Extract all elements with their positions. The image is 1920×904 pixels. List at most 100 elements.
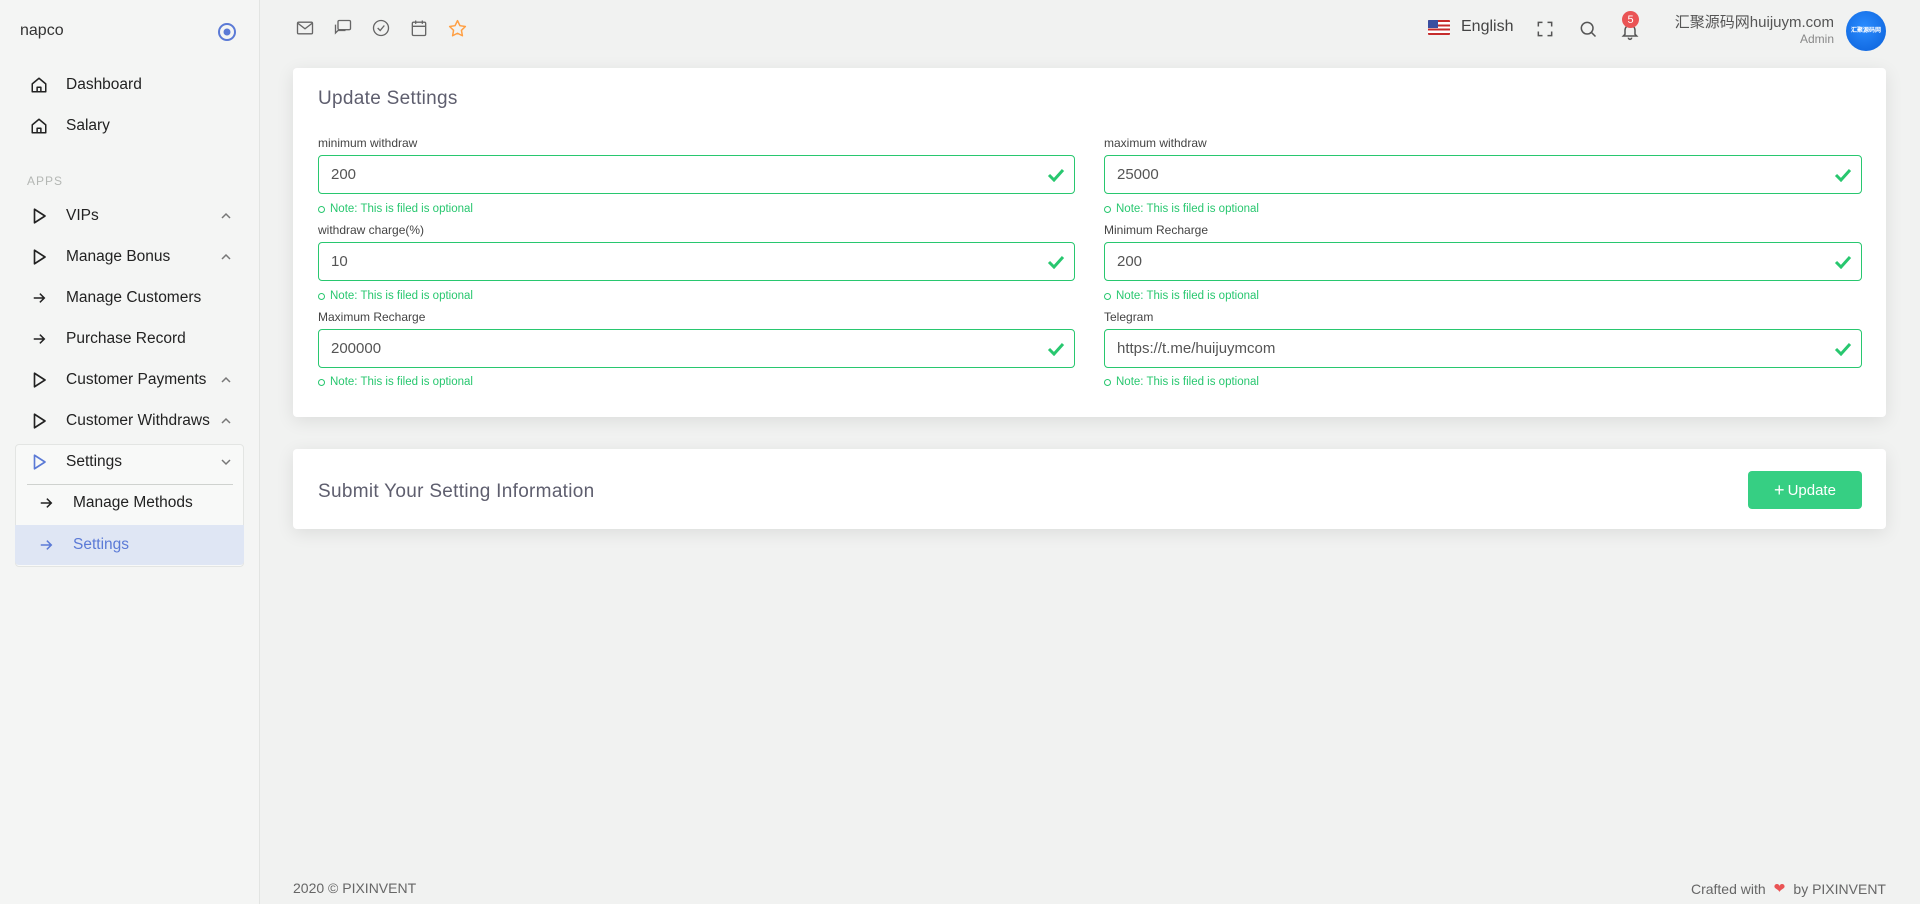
language-label: English [1461,18,1514,35]
sidebar-item-label: Manage Customers [66,289,202,306]
star-icon[interactable] [446,17,468,39]
maximum-recharge-field[interactable] [318,329,1075,368]
chevron-up-icon [218,372,234,388]
brand-name[interactable]: napco [20,22,64,40]
play-icon [28,451,50,473]
submit-card: Submit Your Setting Information + Update [293,449,1886,529]
avatar-text: 汇聚源码网 [1850,28,1881,34]
field-label: Minimum Recharge [1104,223,1209,237]
field-label: Telegram [1104,310,1154,324]
footer-crafted-suffix: by PIXINVENT [1793,880,1886,897]
home-icon [28,115,50,137]
notification-badge: 5 [1622,11,1639,28]
home-icon [28,74,50,96]
sidebar-item-label: Customer Payments [66,371,207,388]
footer-crafted-prefix: Crafted with [1690,880,1766,897]
footer-copyright: 2020 © PIXINVENT [293,880,417,896]
topbar-shortcuts [294,17,468,39]
section-label-apps: APPS [27,174,64,188]
telegram-input[interactable] [1105,330,1861,367]
maximum-withdraw-field[interactable] [1104,155,1862,194]
sidebar: napco Dashboard Salary APPS VIPs Manage … [0,0,260,904]
sidebar-item-vips[interactable]: VIPs [16,196,244,236]
minimum-withdraw-input[interactable] [319,156,1074,193]
footer-credit: Crafted with ❤ by PIXINVENT [1691,880,1886,897]
field-note: Note: This is filed is optional [1104,376,1259,388]
sidebar-item-label: Purchase Record [66,330,186,347]
fullscreen-icon[interactable] [1533,17,1557,41]
sidebar-item-label: Customer Withdraws [66,412,210,429]
language-selector[interactable]: English [1428,18,1513,36]
arrow-right-icon [37,536,55,554]
sidebar-item-label: VIPs [66,207,99,224]
check-icon [1046,166,1066,184]
maximum-recharge-input[interactable] [319,330,1074,367]
sidebar-item-manage-customers[interactable]: Manage Customers [16,278,244,318]
sidebar-item-label: Salary [66,117,110,134]
update-button-label: Update [1787,481,1836,499]
mail-icon[interactable] [294,17,316,39]
sidebar-item-settings[interactable]: Settings [16,442,244,482]
card-title: Update Settings [318,88,458,109]
field-label: withdraw charge(%) [318,223,425,237]
check-icon [1046,340,1066,358]
maximum-withdraw-input[interactable] [1105,156,1861,193]
check-icon [1833,166,1853,184]
sidebar-item-salary[interactable]: Salary [16,106,244,146]
us-flag-icon [1428,19,1450,35]
minimum-withdraw-field[interactable] [318,155,1075,194]
minimum-recharge-input[interactable] [1105,243,1861,280]
arrow-right-icon [28,287,50,309]
search-icon[interactable] [1576,17,1600,41]
card-title: Submit Your Setting Information [318,481,595,502]
sidebar-subitem-manage-methods[interactable]: Manage Methods [15,483,244,523]
arrow-right-icon [37,494,55,512]
arrow-right-icon [28,328,50,350]
sidebar-item-manage-bonus[interactable]: Manage Bonus [16,237,244,277]
sidebar-toggle-icon[interactable] [216,21,238,43]
field-note: Note: This is filed is optional [318,203,473,215]
field-note: Note: This is filed is optional [318,376,473,388]
withdraw-charge-field[interactable] [318,242,1075,281]
update-settings-card: Update Settings minimum withdraw Note: T… [293,68,1886,417]
play-icon [28,205,50,227]
chevron-up-icon [218,413,234,429]
sidebar-subitem-settings[interactable]: Settings [15,525,244,565]
sidebar-item-label: Dashboard [66,76,142,93]
field-label: minimum withdraw [318,136,418,150]
user-name[interactable]: 汇聚源码网huijuym.com [1675,11,1834,32]
play-icon [28,369,50,391]
sidebar-subitem-label: Settings [73,536,130,553]
chevron-up-icon [218,249,234,265]
sidebar-item-purchase-record[interactable]: Purchase Record [16,319,244,359]
avatar[interactable]: 汇聚源码网 [1846,11,1886,51]
sidebar-item-dashboard[interactable]: Dashboard [16,65,244,105]
check-icon [1833,340,1853,358]
play-icon [28,410,50,432]
update-button[interactable]: + Update [1748,471,1862,509]
chat-icon[interactable] [332,17,354,39]
calendar-icon[interactable] [408,17,430,39]
sidebar-item-customer-withdraws[interactable]: Customer Withdraws [16,401,244,441]
sidebar-subitem-label: Manage Methods [73,494,193,511]
field-label: Maximum Recharge [318,310,426,324]
withdraw-charge-input[interactable] [319,243,1074,280]
field-label: maximum withdraw [1104,136,1207,150]
sidebar-item-customer-payments[interactable]: Customer Payments [16,360,244,400]
chevron-up-icon [218,208,234,224]
sidebar-item-label: Manage Bonus [66,248,171,265]
check-circle-icon[interactable] [370,17,392,39]
telegram-field[interactable] [1104,329,1862,368]
play-icon [28,246,50,268]
heart-icon: ❤ [1773,880,1786,896]
check-icon [1046,253,1066,271]
sidebar-item-label: Settings [66,453,123,470]
chevron-down-icon [218,454,234,470]
check-icon [1833,253,1853,271]
field-note: Note: This is filed is optional [318,290,473,302]
user-role: Admin [1799,32,1834,46]
field-note: Note: This is filed is optional [1104,203,1259,215]
field-note: Note: This is filed is optional [1104,290,1259,302]
plus-icon: + [1774,480,1785,500]
minimum-recharge-field[interactable] [1104,242,1862,281]
